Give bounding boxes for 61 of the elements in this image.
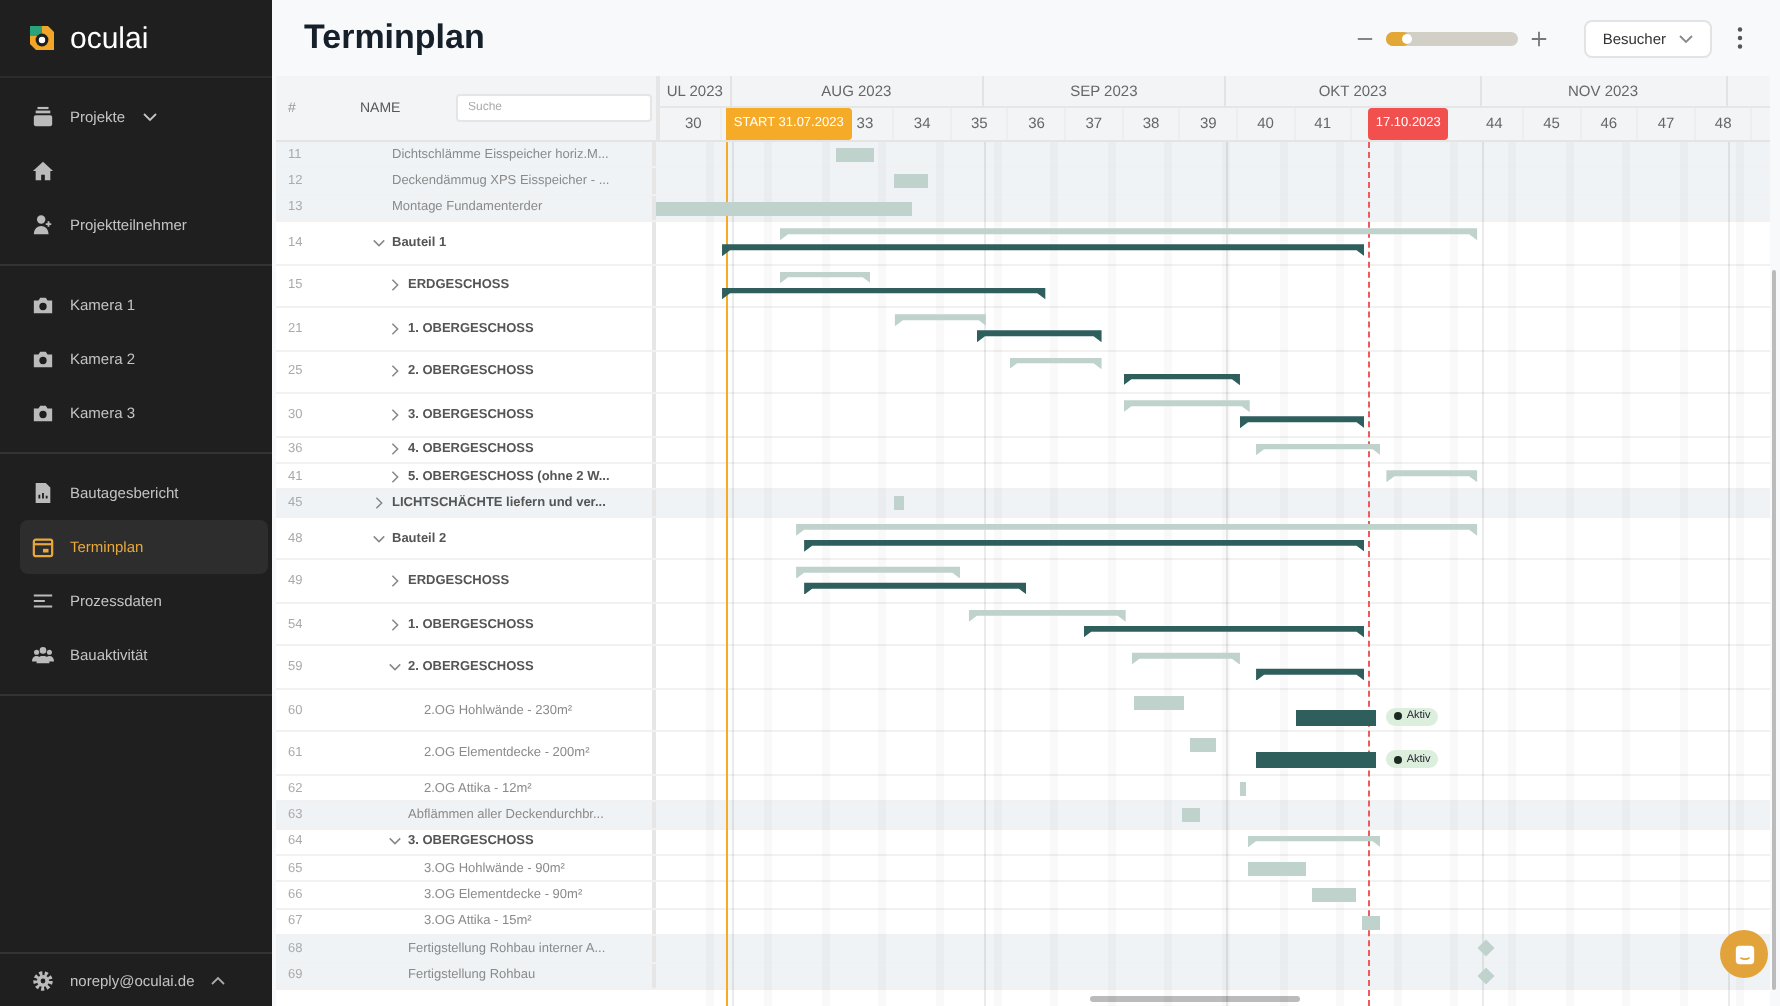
actual-bar: [1256, 668, 1365, 681]
caret-icon: [1678, 33, 1694, 43]
planned-bar: [780, 271, 871, 284]
stack-icon: [32, 106, 54, 128]
planned-bar: [1190, 738, 1216, 753]
planned-bar: [1256, 443, 1381, 456]
chevron-up-icon: [210, 975, 227, 985]
actual-bar: [1239, 416, 1365, 429]
calendar-icon: [32, 536, 54, 558]
user-add-icon: [32, 214, 54, 236]
planned-bar: [836, 148, 875, 162]
planned-bar: [1239, 781, 1246, 796]
chevron-down-icon[interactable]: [372, 235, 386, 250]
list-icon: [32, 590, 54, 612]
camera-icon: [32, 348, 54, 370]
camera-icon: [32, 294, 54, 316]
zoom-in-icon[interactable]: [1530, 29, 1549, 47]
planned-bar: [1133, 695, 1184, 710]
actual-bar: [976, 330, 1102, 343]
chevron-right-icon[interactable]: [388, 364, 402, 379]
planned-bar: [1181, 808, 1200, 823]
milestone-marker: [1478, 966, 1496, 984]
more-menu-icon[interactable]: [1736, 26, 1744, 50]
scrollbar[interactable]: [1090, 996, 1300, 1002]
actual-bar: [1123, 373, 1240, 386]
actual-bar: [1296, 709, 1377, 726]
logo-icon: [26, 22, 58, 54]
chevron-down-icon[interactable]: [388, 660, 402, 675]
planned-bar: [1248, 835, 1381, 848]
chevron-down-icon[interactable]: [388, 834, 402, 849]
planned-bar: [1123, 400, 1250, 413]
page-title: Terminplan: [304, 18, 485, 58]
chevron-right-icon[interactable]: [388, 321, 402, 336]
zoom-slider[interactable]: [1386, 31, 1519, 45]
settings-icon: [32, 969, 54, 991]
chevron-right-icon[interactable]: [388, 469, 402, 484]
planned-bar: [1009, 357, 1102, 370]
planned-bar: [1248, 862, 1306, 877]
planned-bar: [1386, 470, 1478, 483]
planned-bar: [1312, 888, 1357, 903]
document-icon: [32, 482, 54, 504]
planned-bar: [894, 174, 929, 189]
actual-bar: [1256, 752, 1377, 769]
chevron-down-icon[interactable]: [372, 531, 386, 546]
logo-text: oculai: [70, 21, 149, 55]
chat-icon: [1733, 943, 1755, 965]
chevron-right-icon[interactable]: [388, 574, 402, 589]
chevron-right-icon[interactable]: [372, 496, 386, 511]
chevron-right-icon[interactable]: [388, 278, 402, 293]
home-icon: [32, 160, 54, 182]
chevron-right-icon[interactable]: [388, 442, 402, 457]
camera-icon: [32, 402, 54, 424]
people-icon: [32, 644, 54, 666]
chevron-right-icon[interactable]: [388, 407, 402, 422]
planned-bar: [894, 314, 987, 327]
planned-bar: [1131, 652, 1240, 665]
planned-bar: [894, 496, 905, 511]
scrollbar[interactable]: [1772, 270, 1776, 990]
milestone-marker: [1478, 939, 1496, 957]
planned-bar: [1362, 915, 1381, 930]
chevron-right-icon[interactable]: [388, 617, 402, 632]
